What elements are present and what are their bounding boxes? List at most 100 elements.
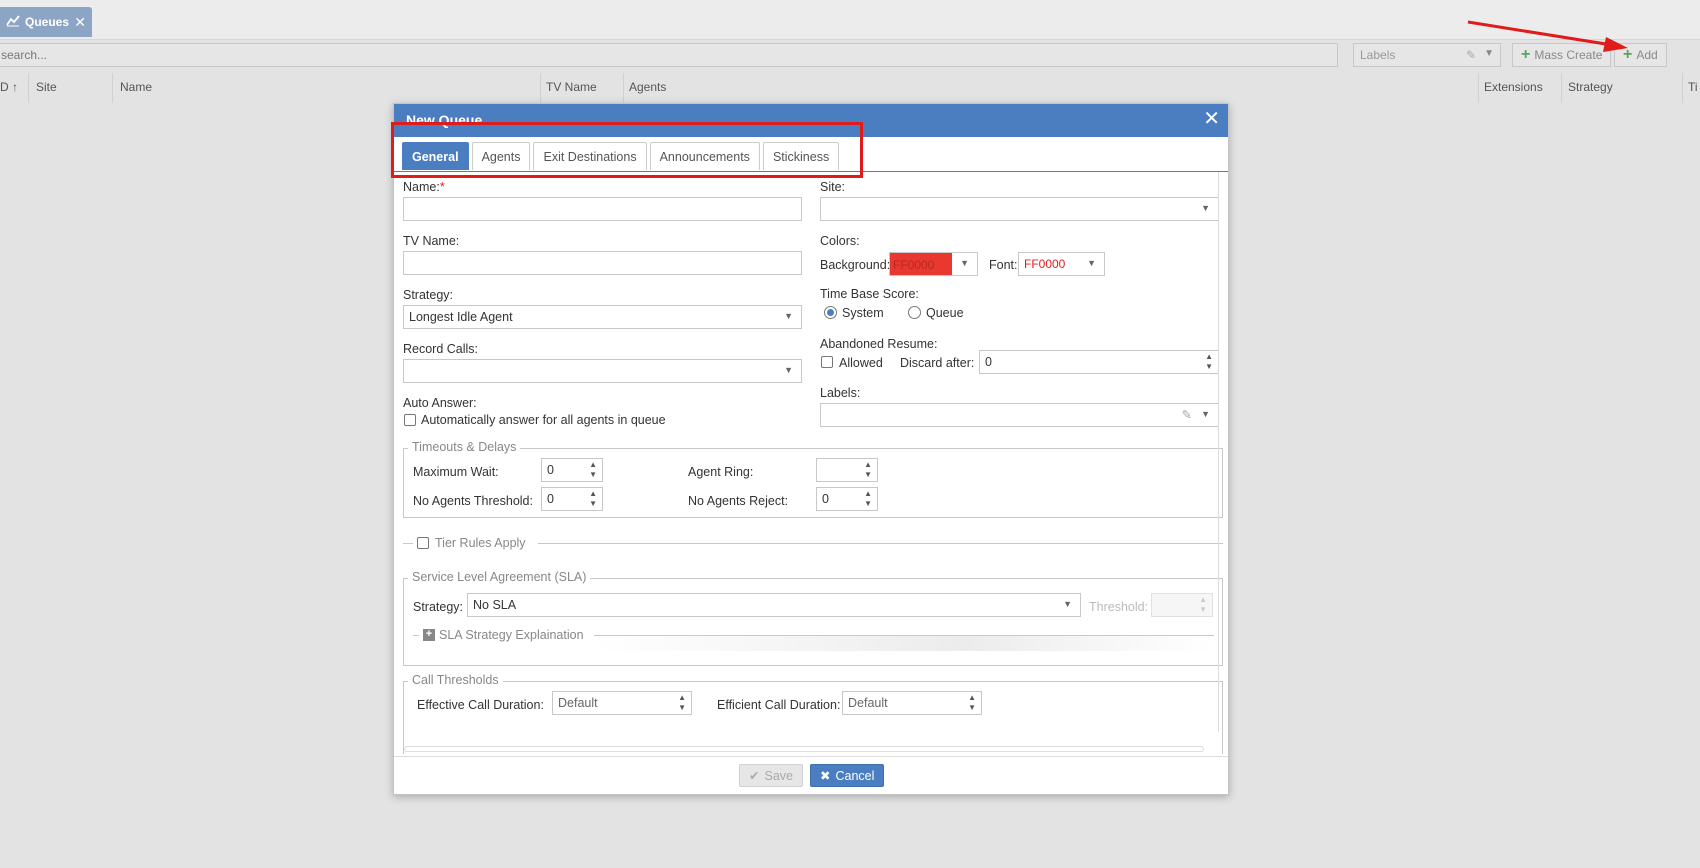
strategy-label: Strategy:	[403, 288, 454, 302]
discard-after-label: Discard after:	[900, 356, 975, 370]
sla-strategy-select[interactable]: No SLA ▼	[467, 593, 1081, 617]
maximum-wait-value: 0	[547, 463, 554, 477]
tier-rules-checkbox[interactable]	[417, 537, 429, 549]
sla-group	[403, 578, 1223, 666]
chevron-down-icon: ▼	[784, 311, 793, 321]
time-base-system-label: System	[842, 306, 884, 320]
sla-explanation-label: SLA Strategy Explaination	[439, 628, 584, 642]
call-thresholds-group	[403, 681, 1223, 754]
agent-ring-label: Agent Ring:	[688, 465, 754, 479]
sla-strategy-label: Strategy:	[413, 600, 464, 614]
agent-ring-stepper[interactable]: ▲ ▼	[816, 458, 878, 482]
maximum-wait-stepper[interactable]: 0 ▲ ▼	[541, 458, 603, 482]
dialog-footer: ✔ Save ✖ Cancel	[394, 756, 1228, 794]
timeouts-delays-legend: Timeouts & Delays	[408, 440, 521, 454]
auto-answer-checkbox-label: Automatically answer for all agents in q…	[421, 413, 666, 427]
stepper-arrows-icon[interactable]: ▲ ▼	[968, 693, 976, 713]
no-agents-reject-value: 0	[822, 492, 829, 506]
background-color-picker[interactable]: FF0000 ▼	[889, 252, 978, 276]
no-agents-threshold-label: No Agents Threshold:	[413, 494, 533, 508]
auto-answer-label: Auto Answer:	[403, 396, 477, 410]
sla-threshold-label: Threshold:	[1089, 600, 1149, 614]
stepper-arrows-icon[interactable]: ▲ ▼	[678, 693, 686, 713]
cancel-button[interactable]: ✖ Cancel	[810, 764, 885, 787]
colors-label: Colors:	[820, 234, 860, 248]
stepper-arrows-icon[interactable]: ▲ ▼	[589, 489, 597, 509]
sla-explanation-collapsed-panel	[594, 635, 1214, 651]
tier-rules-divider	[538, 543, 1223, 544]
background-color-swatch: FF0000	[890, 253, 952, 275]
no-agents-reject-label: No Agents Reject:	[688, 494, 789, 508]
site-label: Site:	[820, 180, 846, 194]
cancel-label: Cancel	[835, 768, 875, 783]
stepper-arrows-icon[interactable]: ▲ ▼	[589, 460, 597, 480]
save-button[interactable]: ✔ Save	[739, 764, 803, 787]
horizontal-scrollbar[interactable]	[404, 746, 1204, 752]
sla-legend: Service Level Agreement (SLA)	[408, 570, 591, 584]
no-agents-reject-stepper[interactable]: 0 ▲ ▼	[816, 487, 878, 511]
save-label: Save	[764, 768, 793, 783]
abandoned-resume-label: Abandoned Resume:	[820, 337, 938, 351]
effective-call-duration-value: Default	[558, 696, 598, 710]
chevron-down-icon: ▼	[1063, 599, 1072, 609]
discard-after-stepper[interactable]: 0 ▲ ▼	[979, 350, 1219, 374]
tier-rules-divider	[403, 543, 413, 544]
new-queue-dialog: New Queue ✕ General Agents Exit Destinat…	[391, 103, 1229, 795]
efficient-call-duration-label: Efficient Call Duration:	[717, 698, 841, 712]
time-base-score-label: Time Base Score:	[820, 287, 919, 301]
maximum-wait-label: Maximum Wait:	[413, 465, 499, 479]
tier-rules-label: Tier Rules Apply	[435, 536, 526, 550]
allowed-label: Allowed	[839, 356, 883, 370]
strategy-select[interactable]: Longest Idle Agent ▼	[403, 305, 802, 329]
chevron-down-icon: ▼	[1087, 258, 1096, 268]
chevron-down-icon: ▼	[784, 365, 793, 375]
stepper-arrows-icon[interactable]: ▲ ▼	[1205, 352, 1213, 372]
required-mark: *	[439, 180, 445, 194]
check-icon: ✔	[749, 769, 760, 783]
no-agents-threshold-value: 0	[547, 492, 554, 506]
background-label: Background:	[820, 258, 891, 272]
sla-explanation-divider	[594, 635, 1214, 636]
chevron-down-icon: ▼	[1201, 203, 1210, 213]
efficient-call-duration-value: Default	[848, 696, 888, 710]
dialog-body: Name:* TV Name: Strategy: Longest Idle A…	[394, 172, 1228, 754]
close-icon[interactable]: ✕	[1203, 109, 1220, 129]
expand-plus-icon[interactable]: +	[423, 629, 435, 641]
labels-label: Labels:	[820, 386, 861, 400]
chevron-down-icon: ▼	[960, 258, 969, 268]
sla-threshold-stepper[interactable]: ▲ ▼	[1151, 593, 1213, 617]
labels-select[interactable]: ✎ ▼	[820, 403, 1219, 427]
vertical-scrollbar[interactable]	[1218, 172, 1224, 732]
annotation-highlight-box	[391, 122, 863, 178]
effective-call-duration-stepper[interactable]: Default ▲ ▼	[552, 691, 692, 715]
site-select[interactable]: ▼	[820, 197, 1219, 221]
record-calls-select[interactable]: ▼	[403, 359, 802, 383]
tv-name-label: TV Name:	[403, 234, 460, 248]
sla-explanation-divider	[413, 635, 419, 636]
tv-name-input[interactable]	[403, 251, 802, 275]
name-label: Name:*	[403, 180, 445, 194]
font-color-value: FF0000	[1024, 257, 1066, 271]
efficient-call-duration-stepper[interactable]: Default ▲ ▼	[842, 691, 982, 715]
record-calls-label: Record Calls:	[403, 342, 479, 356]
effective-call-duration-label: Effective Call Duration:	[417, 698, 544, 712]
chevron-down-icon: ▼	[1201, 409, 1210, 419]
call-thresholds-legend: Call Thresholds	[408, 673, 503, 687]
name-input[interactable]	[403, 197, 802, 221]
cancel-x-icon: ✖	[820, 769, 831, 783]
time-base-queue-radio[interactable]	[908, 306, 921, 319]
name-label-text: Name:	[403, 180, 440, 194]
sla-strategy-value: No SLA	[473, 598, 517, 612]
time-base-queue-label: Queue	[926, 306, 964, 320]
allowed-checkbox[interactable]	[821, 356, 833, 368]
strategy-value: Longest Idle Agent	[409, 310, 513, 324]
stepper-arrows-icon[interactable]: ▲ ▼	[864, 460, 872, 480]
auto-answer-checkbox[interactable]	[404, 414, 416, 426]
discard-after-value: 0	[985, 355, 992, 369]
font-color-picker[interactable]: FF0000 ▼	[1018, 252, 1105, 276]
no-agents-threshold-stepper[interactable]: 0 ▲ ▼	[541, 487, 603, 511]
pencil-icon: ✎	[1181, 408, 1192, 422]
stepper-arrows-icon[interactable]: ▲ ▼	[864, 489, 872, 509]
font-label: Font:	[989, 258, 1018, 272]
time-base-system-radio[interactable]	[824, 306, 837, 319]
